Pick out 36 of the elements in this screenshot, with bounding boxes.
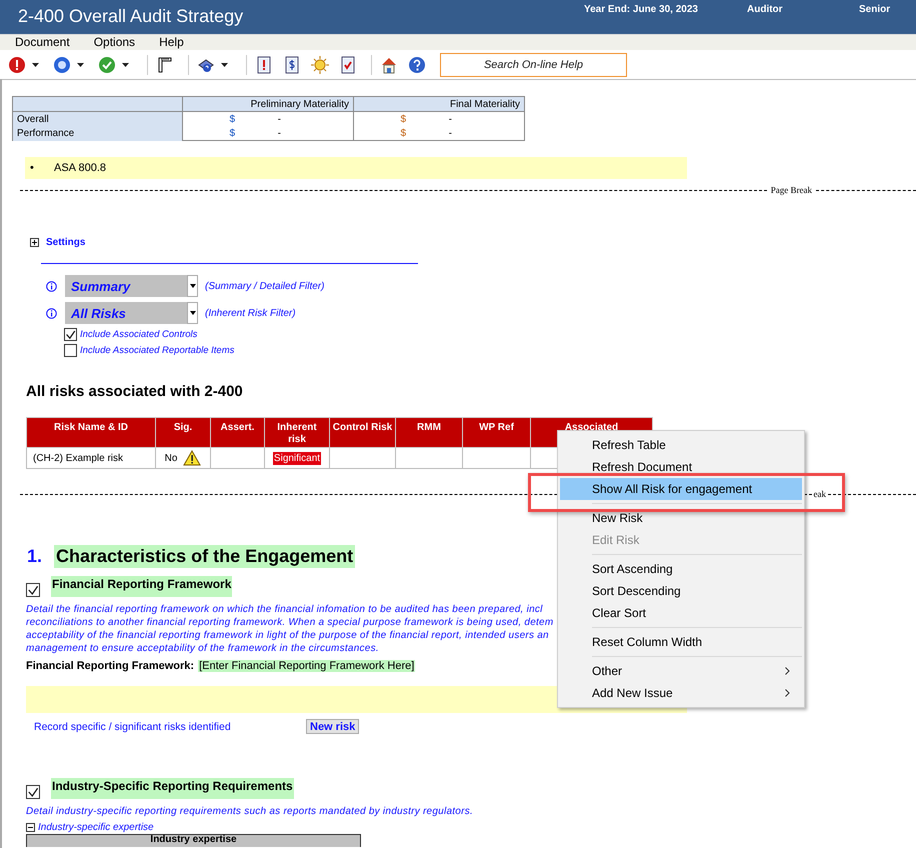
window-title: 2-400 Overall Audit Strategy <box>18 6 244 27</box>
note-text: ASA 800.8 <box>54 162 106 174</box>
option-label: Include Associated Reportable Items <box>80 345 234 356</box>
currency-symbol: $ <box>399 114 406 124</box>
page-break-label: Page Break <box>770 185 813 195</box>
currency-symbol: $ <box>228 114 235 124</box>
bullet-mark: • <box>30 162 35 174</box>
row-label: Overall <box>12 112 182 126</box>
field-label: Financial Reporting Framework: <box>26 660 194 672</box>
year-end-label: Year End: June 30, 2023 <box>584 4 699 15</box>
auditor-label: Auditor <box>747 4 784 15</box>
risk-level-tag: Significant <box>272 452 322 464</box>
currency-symbol: $ <box>399 128 406 138</box>
table-header: Industry expertise <box>26 834 361 847</box>
amount-value: - <box>448 114 452 124</box>
item-title: Industry-Specific Reporting Requirements <box>51 778 294 799</box>
section-title: Characteristics of the Engagement <box>54 545 356 568</box>
amount-value: - <box>276 128 281 138</box>
section-number: 1. <box>27 546 42 567</box>
amount-value: - <box>448 128 452 138</box>
column-header: Final Materiality <box>354 96 524 112</box>
row-label: Performance <box>12 126 182 140</box>
page-break-label: eak <box>812 489 827 499</box>
item-title: Financial Reporting Framework <box>51 576 232 597</box>
currency-symbol: $ <box>228 128 235 138</box>
reviewer-label: Senior <box>859 4 890 15</box>
item-description: Detail the financial reporting framework on which the financial infomation to be audited has been prepared, incl reconciliations to another financial reporting framework. When a special purpose framework is being used, detem acceptability of the financial reporting framework in light of the purpose of the financial report, intended users an management to ensure acceptability of the framework in the circumstances. <box>26 603 554 655</box>
option-label: Include Associated Controls <box>80 329 198 340</box>
table-title: All risks associated with 2-400 <box>26 383 244 400</box>
table-cell: No <box>164 452 178 464</box>
filter-hint: (Inherent Risk Filter) <box>205 308 296 318</box>
table-cell: (CH-2) Example risk <box>26 448 156 468</box>
amount-value: - <box>276 114 281 124</box>
filter-hint: (Summary / Detailed Filter) <box>205 280 324 292</box>
column-header: Preliminary Materiality <box>182 96 354 112</box>
item-description: Detail industry-specific reporting requirements such as reports mandated by industry regulators. <box>26 805 473 818</box>
